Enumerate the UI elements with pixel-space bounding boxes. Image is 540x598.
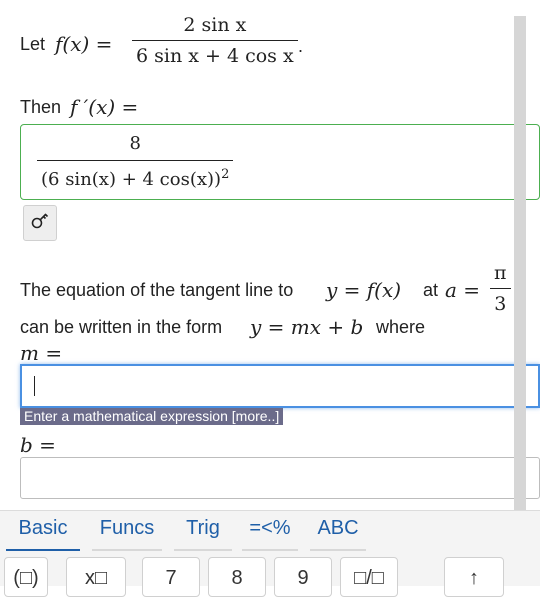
input-hint-tooltip[interactable]: Enter a mathematical expression [more..]	[20, 408, 284, 425]
question-area: Let f(x) = 2 sin x 6 sin x + 4 cos x . T…	[0, 0, 540, 510]
f-denominator: 6 sin x + 4 cos x	[136, 45, 294, 67]
text-caret	[34, 376, 35, 396]
tab-trig-label: Trig	[186, 517, 220, 539]
derivative-fraction: 8 (6 sin(x) + 4 cos(x))2	[37, 133, 234, 190]
tab-relations-label: =<%	[249, 517, 291, 539]
tab-underline	[310, 549, 366, 551]
f-fraction-bar	[132, 40, 298, 41]
key-fraction[interactable]: □/□	[340, 557, 398, 597]
b-input[interactable]	[20, 457, 540, 499]
form-text-1: can be written in the form	[20, 317, 223, 337]
f-lhs: f(x) =	[55, 32, 113, 56]
derivative-fraction-bar	[37, 160, 234, 161]
derivative-answer-box[interactable]: 8 (6 sin(x) + 4 cos(x))2	[20, 124, 540, 200]
math-keyboard: Basic Funcs Trig =<% ABC (□) x□ 7 8 9 □/…	[0, 510, 540, 597]
tab-underline	[92, 549, 162, 551]
input-hint-text: Enter a mathematical expression [more..]	[24, 408, 280, 424]
tab-funcs-label: Funcs	[99, 517, 155, 539]
a-eq: a =	[445, 278, 481, 302]
m-label: m =	[20, 341, 63, 365]
let-text: Let	[20, 34, 46, 54]
tangent-y-eq: y = f(x)	[326, 278, 402, 302]
form-equation: y = mx + b	[250, 315, 364, 339]
key-icon	[30, 212, 50, 235]
f-fraction: 2 sin x 6 sin x + 4 cos x	[132, 14, 298, 67]
key-parentheses[interactable]: (□)	[4, 557, 48, 597]
period: .	[298, 36, 304, 56]
key-power[interactable]: x□	[66, 557, 126, 597]
key-9[interactable]: 9	[274, 557, 332, 597]
key-shift[interactable]: ↑	[444, 557, 504, 597]
tab-underline	[242, 549, 298, 551]
answer-key-button[interactable]	[23, 205, 57, 241]
tab-basic-label: Basic	[18, 517, 68, 539]
at-text: at	[423, 280, 439, 300]
a-fraction-bar	[490, 288, 511, 289]
derivative-exponent: 2	[221, 167, 230, 182]
fprime-lhs: f ′(x) =	[70, 95, 139, 119]
tab-underline	[174, 549, 232, 551]
m-input[interactable]	[20, 364, 540, 408]
tab-trig[interactable]: Trig	[174, 515, 232, 551]
derivative-denominator: (6 sin(x) + 4 cos(x))2	[37, 167, 233, 190]
tab-underline	[6, 549, 80, 551]
a-fraction: π 3	[490, 262, 511, 315]
derivative-numerator: 8	[129, 133, 141, 154]
tab-abc[interactable]: ABC	[310, 515, 366, 551]
tab-relations[interactable]: =<%	[242, 515, 298, 551]
tangent-text: The equation of the tangent line to	[20, 280, 294, 300]
tab-basic[interactable]: Basic	[6, 515, 80, 551]
key-7[interactable]: 7	[142, 557, 200, 597]
a-denominator: 3	[494, 293, 507, 315]
tab-funcs[interactable]: Funcs	[92, 515, 162, 551]
form-text-2: where	[376, 317, 426, 337]
scrollbar[interactable]	[514, 16, 526, 510]
tab-abc-label: ABC	[317, 517, 359, 539]
b-label: b =	[20, 433, 56, 457]
derivative-denominator-base: (6 sin(x) + 4 cos(x))	[41, 169, 222, 190]
f-numerator: 2 sin x	[183, 14, 247, 36]
then-text: Then	[20, 97, 62, 117]
a-numerator: π	[494, 262, 507, 284]
key-8[interactable]: 8	[208, 557, 266, 597]
